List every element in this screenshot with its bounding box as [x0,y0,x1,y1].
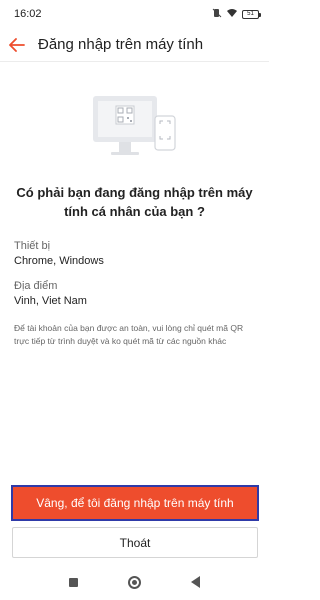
page-title: Đăng nhập trên máy tính [38,36,204,53]
mute-icon [212,8,222,21]
confirm-login-button[interactable]: Vâng, để tôi đăng nhập trên máy tính [11,485,259,521]
location-value: Vinh, Viet Nam [14,295,87,307]
battery-icon: 51 [242,9,261,19]
wifi-icon [226,8,238,21]
back-icon[interactable] [191,576,200,588]
status-time: 16:02 [14,8,42,20]
security-note: Để tài khoản của bạn được an toàn, vui l… [14,323,244,346]
app-bar: Đăng nhập trên máy tính [0,28,269,62]
status-bar: 16:02 51 [0,0,269,28]
system-nav-bar [0,568,269,596]
battery-level: 51 [247,11,254,17]
device-label: Thiết bị [14,240,51,252]
computer-qr-phone-illustration [85,92,185,164]
status-icons: 51 [212,8,261,21]
device-value: Chrome, Windows [14,255,104,267]
arrow-left-icon [9,37,25,52]
back-button[interactable] [8,36,26,54]
exit-button[interactable]: Thoát [12,527,258,558]
confirmation-question: Có phải bạn đang đăng nhập trên máy tính… [16,185,253,219]
recent-apps-icon[interactable] [69,577,78,587]
location-label: Địa điểm [14,280,58,292]
home-icon[interactable] [128,575,141,589]
